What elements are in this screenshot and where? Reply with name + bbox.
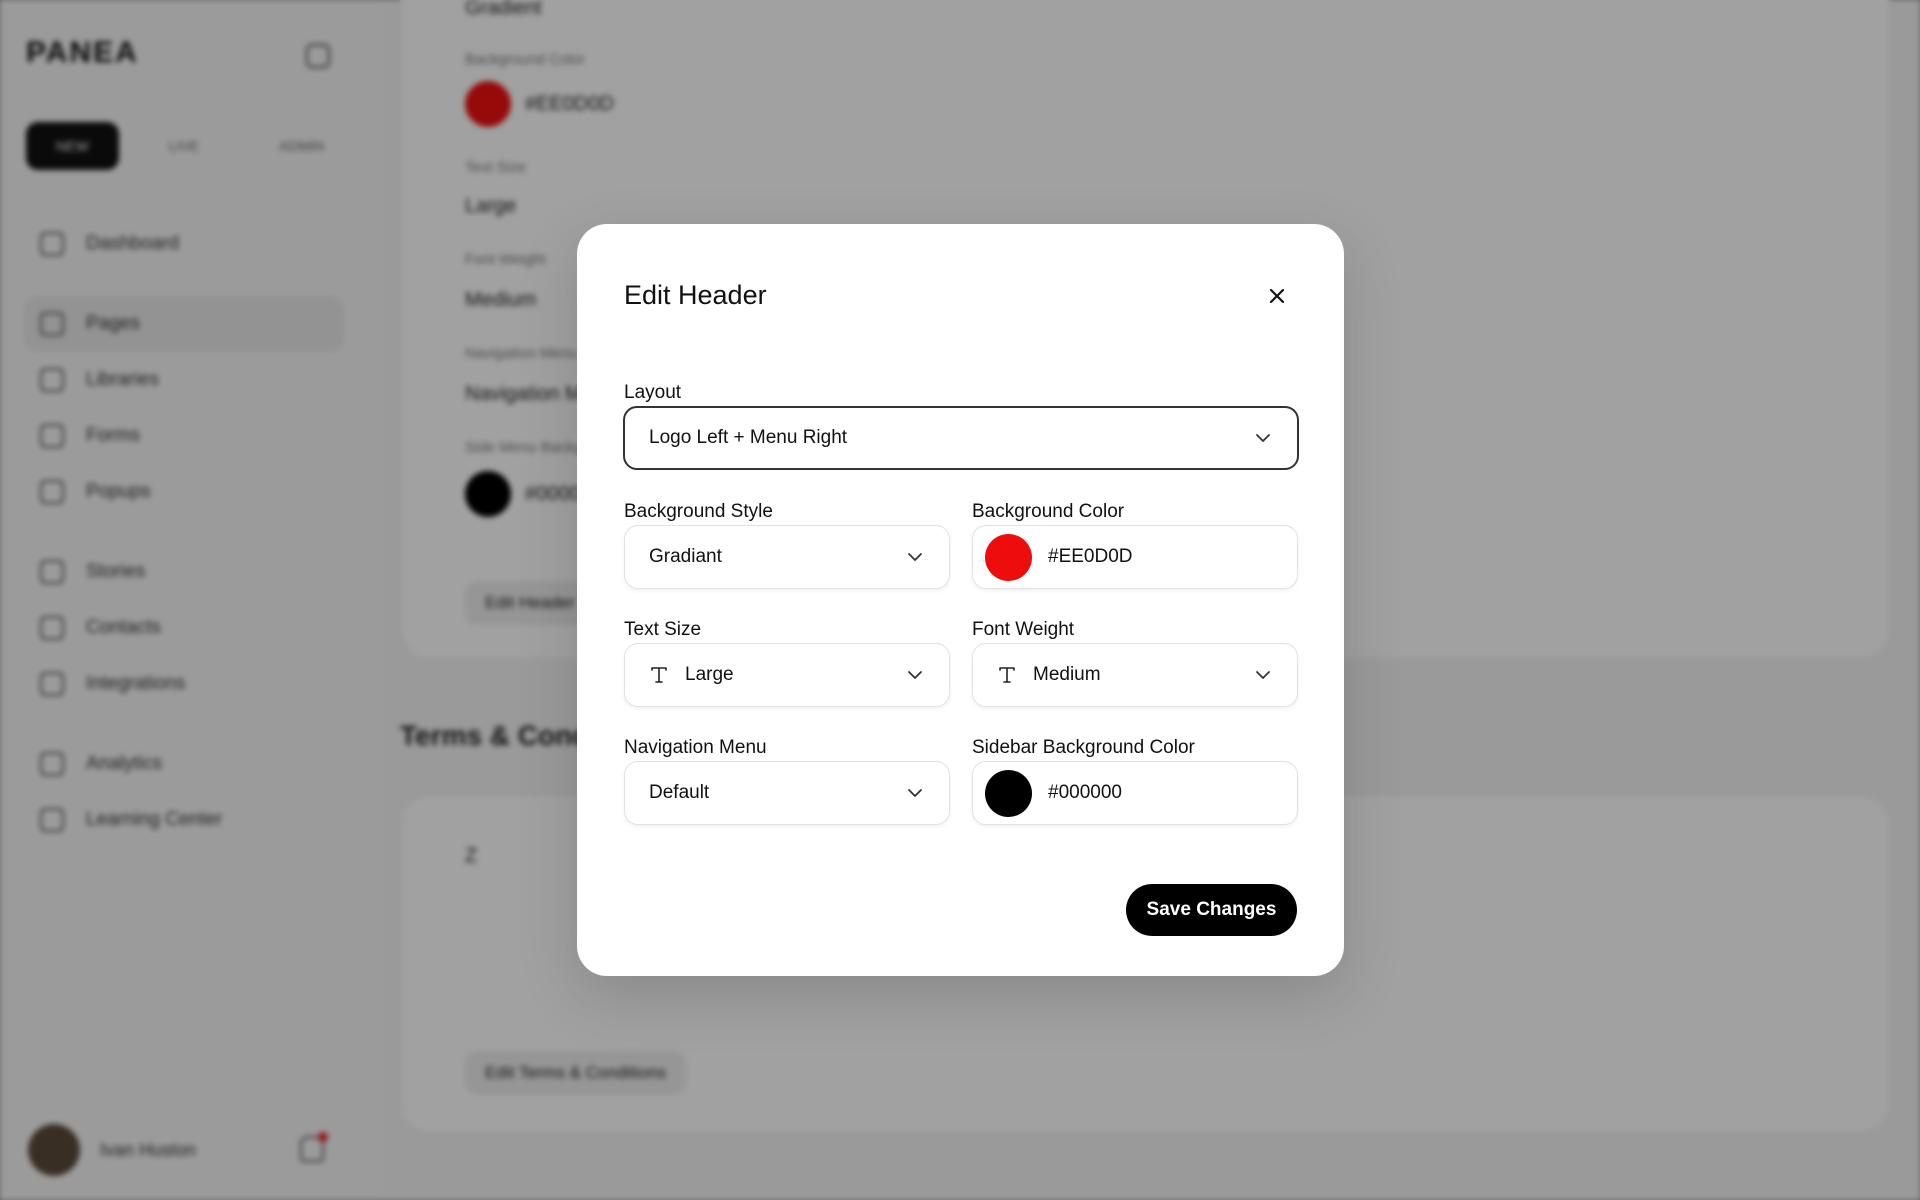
- chevron-down-icon: [905, 665, 925, 685]
- text-size-select[interactable]: Large: [624, 643, 950, 707]
- sidebar-background-color-label: Sidebar Background Color: [972, 737, 1195, 758]
- sidebar-background-color-field[interactable]: [972, 761, 1298, 825]
- chevron-down-icon: [905, 783, 925, 803]
- close-button[interactable]: [1259, 278, 1295, 314]
- close-icon: [1269, 288, 1285, 304]
- background-color-swatch[interactable]: [985, 533, 1032, 581]
- text-icon: [649, 664, 671, 686]
- chevron-down-icon: [1253, 428, 1273, 448]
- font-weight-label: Font Weight: [972, 619, 1075, 640]
- chevron-down-icon: [1253, 665, 1273, 685]
- background-color-field[interactable]: [972, 525, 1298, 589]
- sidebar-background-color-input[interactable]: [1048, 782, 1268, 804]
- sidebar-background-color-swatch[interactable]: [985, 769, 1032, 817]
- layout-value: Logo Left + Menu Right: [649, 427, 848, 448]
- font-weight-value: Medium: [1033, 664, 1101, 685]
- edit-header-modal: Edit Header Layout Logo Left + Menu Righ…: [577, 224, 1344, 976]
- background-style-select[interactable]: Gradiant: [624, 525, 950, 589]
- modal-title: Edit Header: [624, 280, 767, 310]
- navigation-menu-value: Default: [649, 782, 710, 803]
- font-weight-select[interactable]: Medium: [972, 643, 1298, 707]
- chevron-down-icon: [905, 547, 925, 567]
- save-changes-button[interactable]: Save Changes: [1126, 884, 1297, 936]
- layout-select[interactable]: Logo Left + Menu Right: [623, 406, 1299, 470]
- background-style-label: Background Style: [624, 501, 773, 522]
- text-size-value: Large: [685, 664, 734, 685]
- background-color-label: Background Color: [972, 501, 1125, 522]
- background-color-input[interactable]: [1048, 546, 1268, 568]
- text-icon: [997, 664, 1019, 686]
- navigation-menu-label: Navigation Menu: [624, 737, 767, 758]
- background-style-value: Gradiant: [649, 546, 722, 567]
- text-size-label: Text Size: [624, 619, 702, 640]
- navigation-menu-select[interactable]: Default: [624, 761, 950, 825]
- layout-label: Layout: [624, 382, 682, 403]
